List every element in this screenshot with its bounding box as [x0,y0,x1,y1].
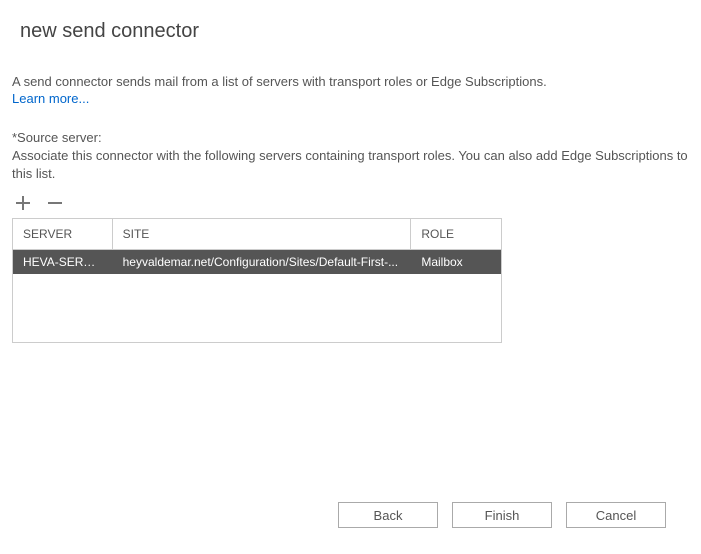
table-row[interactable]: HEVA-SERVE... heyvaldemar.net/Configurat… [13,250,501,274]
grid-toolbar [12,192,689,214]
cell-server: HEVA-SERVE... [13,250,113,274]
grid-header: SERVER SITE ROLE [13,219,501,250]
cell-role: Mailbox [411,250,501,274]
source-server-help: Associate this connector with the follow… [12,147,689,183]
cell-site: heyvaldemar.net/Configuration/Sites/Defa… [113,250,412,274]
remove-icon[interactable] [44,192,66,214]
col-header-server[interactable]: SERVER [13,219,113,249]
connector-description: A send connector sends mail from a list … [12,73,689,91]
grid-body: HEVA-SERVE... heyvaldemar.net/Configurat… [13,250,501,274]
back-button[interactable]: Back [338,502,438,528]
learn-more-link[interactable]: Learn more... [12,91,89,106]
col-header-role[interactable]: ROLE [411,219,501,249]
add-icon[interactable] [12,192,34,214]
page-title: new send connector [20,20,689,43]
col-header-site[interactable]: SITE [113,219,412,249]
cancel-button[interactable]: Cancel [566,502,666,528]
finish-button[interactable]: Finish [452,502,552,528]
source-server-grid: SERVER SITE ROLE HEVA-SERVE... heyvaldem… [12,218,502,343]
source-server-label: *Source server: [12,130,689,145]
wizard-footer: Back Finish Cancel [338,502,666,528]
